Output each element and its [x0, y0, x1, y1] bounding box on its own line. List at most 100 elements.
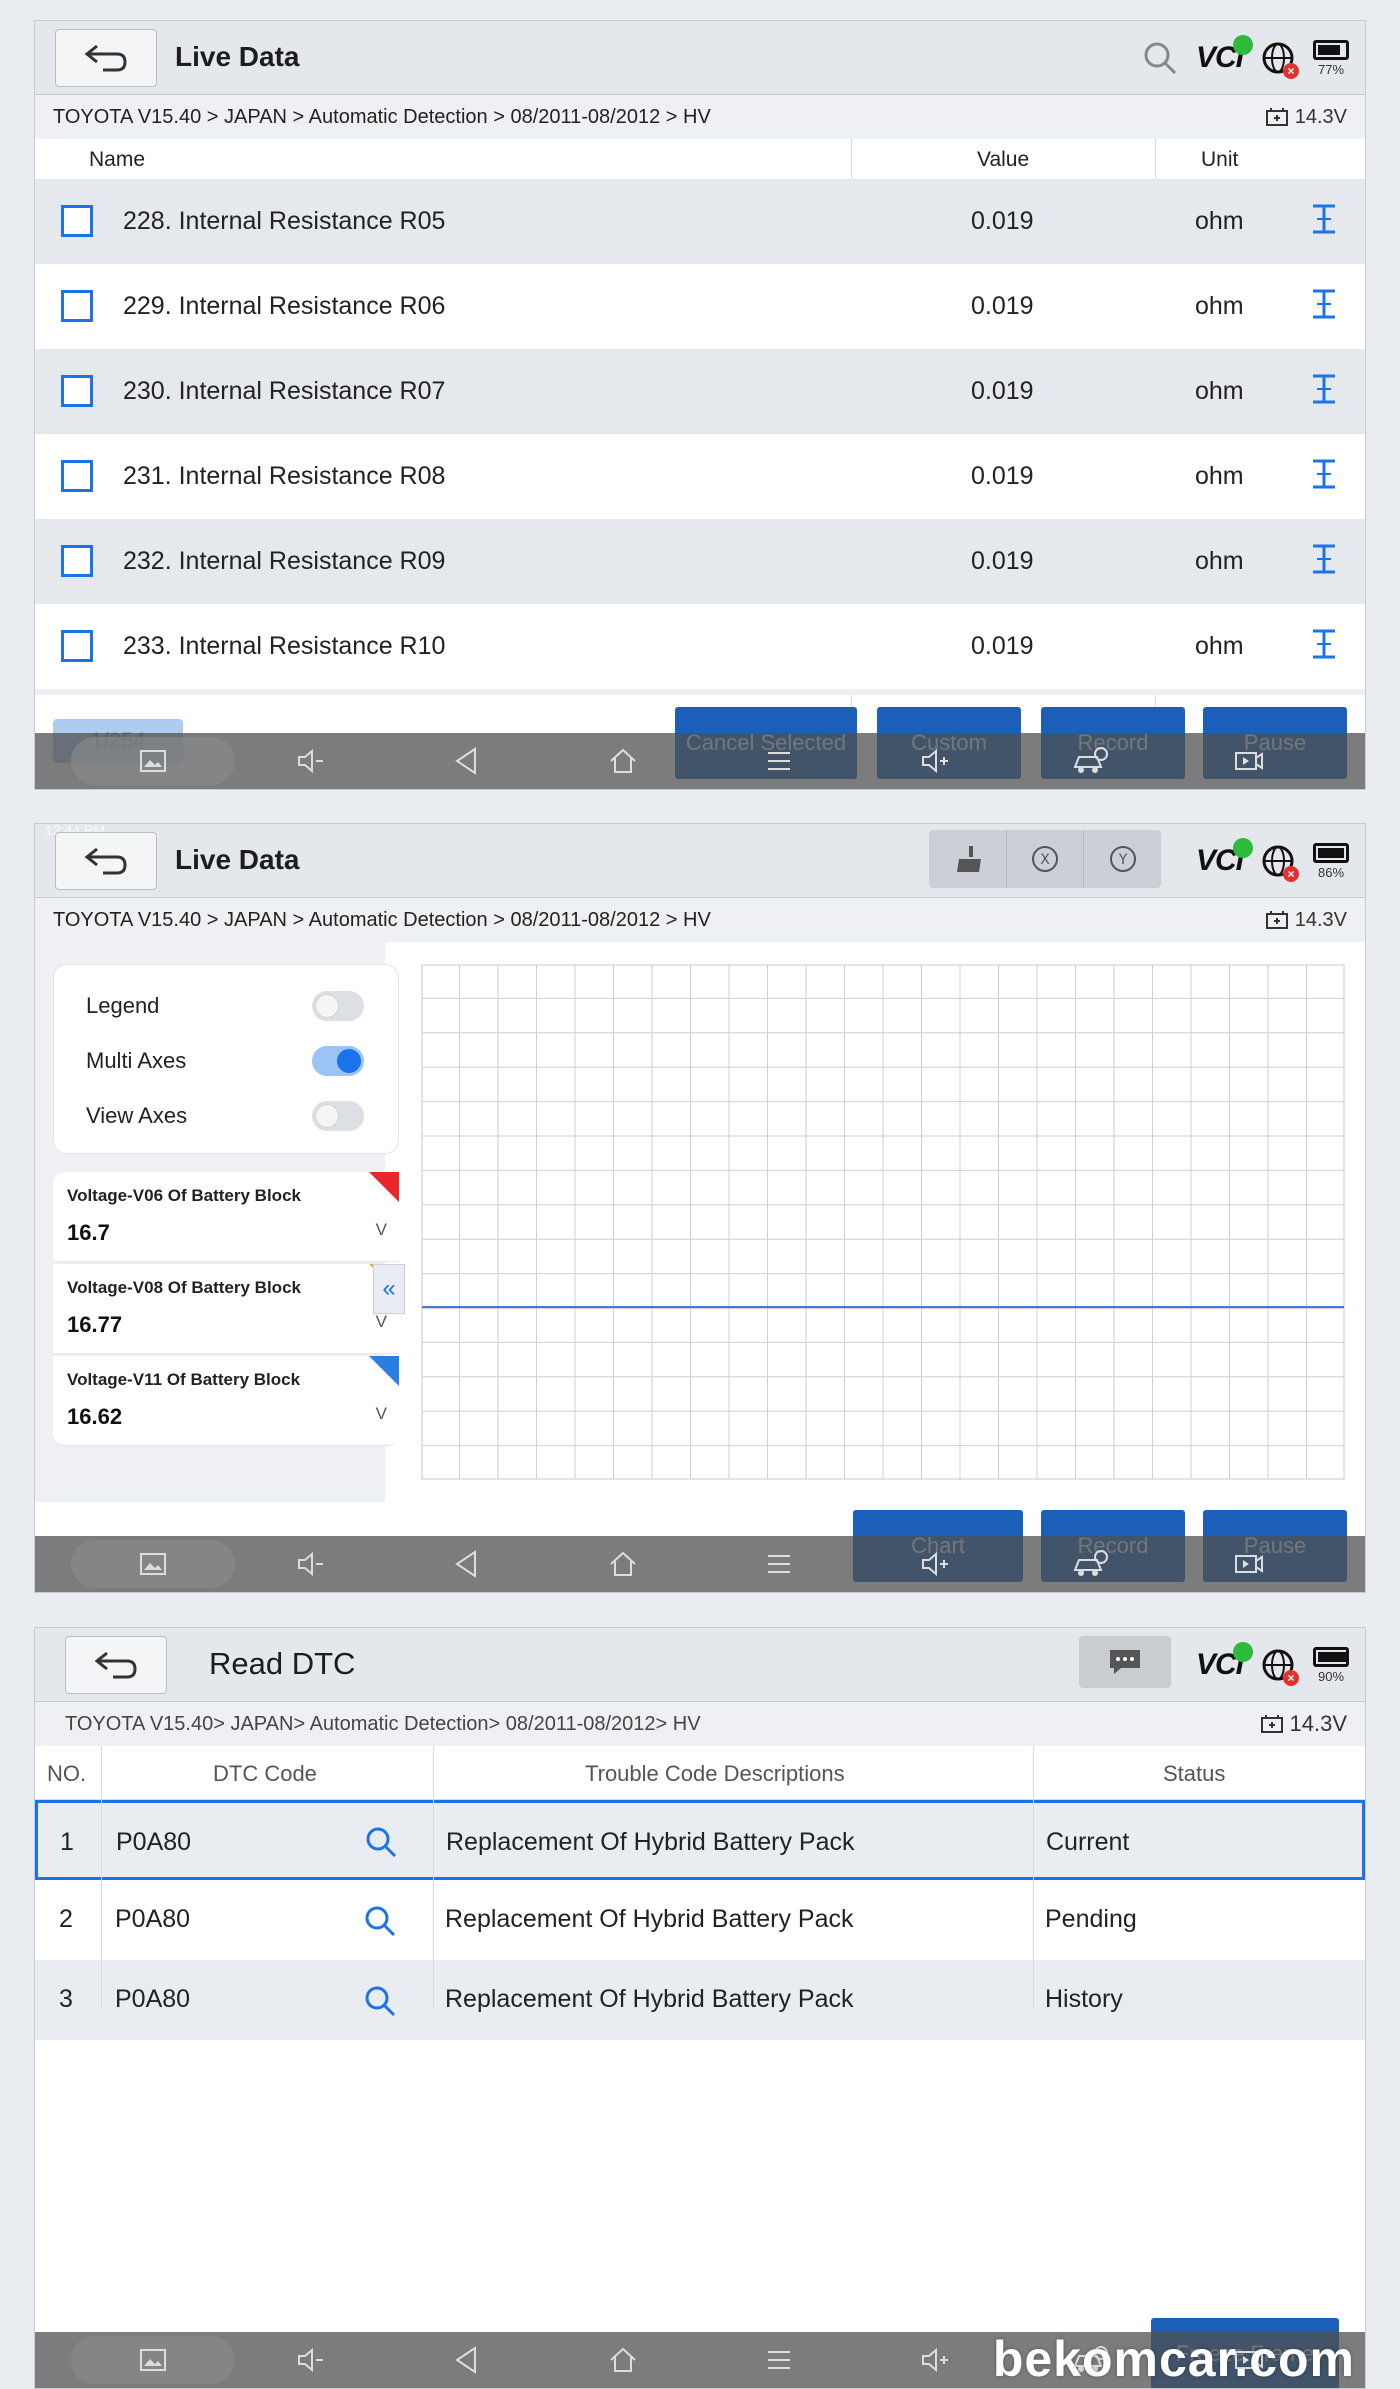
table-row[interactable]: 233. Internal Resistance R10 0.019 ohm	[35, 604, 1365, 689]
row-checkbox[interactable]	[61, 375, 93, 407]
volume-up-icon[interactable]	[919, 2344, 951, 2376]
table-row[interactable]: 231. Internal Resistance R08 0.019 ohm	[35, 434, 1365, 519]
graph-settings: Legend Multi Axes View Axes	[53, 964, 399, 1154]
row-checkbox[interactable]	[61, 460, 93, 492]
nav-menu-icon[interactable]	[763, 2344, 795, 2376]
table-row[interactable]: 229. Internal Resistance R06 0.019 ohm	[35, 264, 1365, 349]
graph-toggle-icon[interactable]	[1309, 543, 1339, 575]
column-dtc-code: DTC Code	[213, 1761, 317, 1786]
row-checkbox[interactable]	[61, 205, 93, 237]
nav-home-icon[interactable]	[607, 745, 639, 777]
clear-brush-button[interactable]	[929, 830, 1007, 888]
android-nav-bar	[35, 733, 1365, 789]
search-icon[interactable]	[1142, 40, 1178, 76]
message-button[interactable]	[1079, 1636, 1171, 1688]
graph-toggle-icon[interactable]	[1309, 628, 1339, 660]
breadcrumb: TOYOTA V15.40 > JAPAN > Automatic Detect…	[35, 898, 1365, 942]
volume-down-icon[interactable]	[295, 1548, 327, 1580]
back-button[interactable]	[55, 832, 157, 890]
table-header: Name Value Unit	[35, 139, 1365, 179]
search-icon[interactable]	[364, 1825, 398, 1859]
table-row[interactable]: 1 P0A80 Replacement Of Hybrid Battery Pa…	[35, 1800, 1365, 1880]
battery-voltage: 14.3V	[1260, 1702, 1347, 1746]
screen-record-icon[interactable]	[1233, 1548, 1265, 1580]
x-axis-zoom-button[interactable]: X	[1007, 830, 1085, 888]
legend-toggle[interactable]	[312, 991, 364, 1021]
title-bar: Live Data VCI × 77%	[35, 21, 1365, 95]
multi-axes-toggle[interactable]	[312, 1046, 364, 1076]
nav-home-icon[interactable]	[607, 2344, 639, 2376]
svg-text:X: X	[1040, 852, 1050, 868]
legend-label: Legend	[86, 993, 160, 1018]
battery-icon: 77%	[1313, 39, 1349, 77]
column-unit: Unit	[1201, 148, 1239, 171]
android-nav-bar	[35, 1536, 1365, 1592]
chat-icon	[1110, 1650, 1140, 1674]
graph-toggle-icon[interactable]	[1309, 288, 1339, 320]
back-arrow-icon	[84, 847, 127, 875]
series-card[interactable]: Voltage-V11 Of Battery Block 16.62 V	[53, 1356, 399, 1446]
column-description: Trouble Code Descriptions	[585, 1761, 845, 1786]
graph-tools: X Y	[929, 830, 1161, 888]
nav-menu-icon[interactable]	[763, 1548, 795, 1580]
column-value: Value	[977, 148, 1030, 171]
vehicle-diagnose-icon[interactable]	[1071, 1548, 1111, 1580]
series-color-marker	[369, 1356, 399, 1386]
back-arrow-icon	[94, 1651, 137, 1679]
back-arrow-icon	[84, 44, 127, 72]
series-card[interactable]: Voltage-V08 Of Battery Block 16.77 V	[53, 1264, 399, 1354]
volume-down-icon[interactable]	[295, 2344, 327, 2376]
collapse-sidebar-button[interactable]: «	[373, 1264, 405, 1314]
row-checkbox[interactable]	[61, 290, 93, 322]
graph-toggle-icon[interactable]	[1309, 203, 1339, 235]
nav-back-icon[interactable]	[451, 1548, 483, 1580]
graph-toggle-icon[interactable]	[1309, 373, 1339, 405]
screenshot-icon[interactable]	[137, 745, 169, 777]
nav-menu-icon[interactable]	[763, 745, 795, 777]
nav-back-icon[interactable]	[451, 745, 483, 777]
car-battery-icon	[1265, 911, 1288, 929]
column-status: Status	[1163, 1761, 1226, 1786]
screen-record-icon[interactable]	[1233, 745, 1265, 777]
back-button[interactable]	[55, 29, 157, 87]
search-icon[interactable]	[363, 1904, 397, 1938]
live-data-graph-screen: 12:44 PM Live Data X Y VCI × 86% TOYOTA …	[34, 823, 1366, 1593]
car-battery-icon	[1260, 1715, 1283, 1733]
series-color-marker	[369, 1172, 399, 1202]
table-row[interactable]: 230. Internal Resistance R07 0.019 ohm	[35, 349, 1365, 434]
vci-connection-icon: VCI	[1196, 1642, 1253, 1682]
nav-back-icon[interactable]	[451, 2344, 483, 2376]
back-button[interactable]	[65, 1636, 167, 1694]
vci-connection-icon: VCI	[1196, 838, 1253, 878]
screenshot-icon[interactable]	[137, 2344, 169, 2376]
read-dtc-screen: Read DTC VCI × 90% TOYOTA V15.40> JAPAN>…	[34, 1627, 1366, 2389]
nav-home-icon[interactable]	[607, 1548, 639, 1580]
network-globe-icon: ×	[1261, 1648, 1299, 1686]
watermark-text: bekomcar.com	[992, 2331, 1355, 2387]
y-axis-zoom-button[interactable]: Y	[1084, 830, 1161, 888]
series-card[interactable]: Voltage-V06 Of Battery Block 16.7 V	[53, 1172, 399, 1262]
volume-up-icon[interactable]	[919, 745, 951, 777]
breadcrumb: TOYOTA V15.40 > JAPAN > Automatic Detect…	[35, 95, 1365, 139]
y-axis-icon: Y	[1109, 846, 1136, 872]
volume-up-icon[interactable]	[919, 1548, 951, 1580]
column-no: NO.	[47, 1761, 87, 1786]
car-battery-icon	[1265, 108, 1288, 126]
table-row[interactable]: 3 P0A80 Replacement Of Hybrid Battery Pa…	[35, 1960, 1365, 2040]
search-icon[interactable]	[363, 1984, 397, 2018]
battery-voltage: 14.3V	[1265, 95, 1347, 139]
table-row[interactable]: 2 P0A80 Replacement Of Hybrid Battery Pa…	[35, 1880, 1365, 1960]
table-header: NO. DTC Code Trouble Code Descriptions S…	[35, 1746, 1365, 1800]
graph-toggle-icon[interactable]	[1309, 458, 1339, 490]
vehicle-diagnose-icon[interactable]	[1071, 745, 1111, 777]
table-row[interactable]: 228. Internal Resistance R05 0.019 ohm	[35, 179, 1365, 264]
row-checkbox[interactable]	[61, 545, 93, 577]
x-axis-icon: X	[1032, 846, 1058, 872]
page-title: Read DTC	[209, 1646, 356, 1681]
volume-down-icon[interactable]	[295, 745, 327, 777]
row-checkbox[interactable]	[61, 630, 93, 662]
column-name: Name	[89, 148, 146, 171]
table-row[interactable]: 232. Internal Resistance R09 0.019 ohm	[35, 519, 1365, 604]
screenshot-icon[interactable]	[137, 1548, 169, 1580]
view-axes-toggle[interactable]	[312, 1101, 364, 1131]
